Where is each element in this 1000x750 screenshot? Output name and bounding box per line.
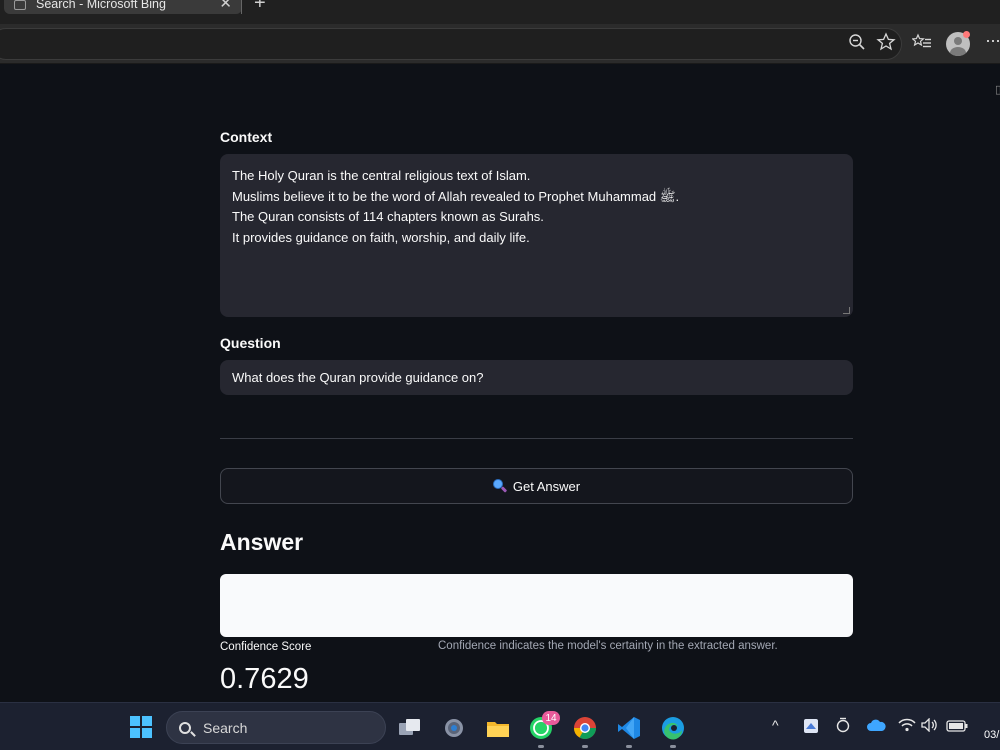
edge-icon[interactable] [660,715,686,741]
taskbar-clock-date[interactable]: 03/ [984,729,999,741]
volume-icon[interactable] [921,717,939,735]
windows-start-icon[interactable] [130,716,152,738]
question-input-value: What does the Quran provide guidance on? [232,370,484,385]
cloud-icon[interactable] [866,719,886,736]
running-indicator [582,745,588,748]
file-explorer-icon[interactable] [485,715,511,741]
search-icon [179,721,191,734]
browser-tab-strip: Search - Microsoft Bing ✕ + — [0,0,1000,24]
profile-notification-dot [963,31,970,38]
confidence-help-text: Confidence indicates the model's certain… [438,640,778,652]
browser-tab[interactable]: Search - Microsoft Bing ✕ [4,0,242,14]
context-line: The Holy Quran is the central religious … [232,168,531,183]
chrome-icon[interactable] [572,715,598,741]
context-label: Context [220,129,273,145]
new-tab-icon[interactable]: + [254,0,266,15]
address-bar[interactable] [0,28,902,60]
vscode-icon[interactable] [616,715,642,741]
minimize-window-icon[interactable]: — [966,0,981,7]
chevron-up-icon[interactable]: ^ [772,717,779,733]
question-label: Question [220,335,281,351]
more-options-icon[interactable]: ··· [985,30,1000,51]
answer-heading: Answer [220,529,304,555]
sidebar-toggle-icon[interactable]: ◫ [995,83,1000,96]
running-indicator [538,745,544,748]
confidence-score-label: Confidence Score [220,641,312,653]
answer-output-box [220,574,853,637]
get-answer-label: Get Answer [512,478,581,494]
context-textarea[interactable]: The Holy Quran is the central religious … [220,154,853,317]
favorite-star-icon[interactable] [876,32,896,56]
divider [220,438,853,439]
task-view-icon[interactable] [397,715,423,741]
context-line: It provides guidance on faith, worship, … [232,229,530,245]
tab-close-icon[interactable]: ✕ [219,0,232,12]
magnifier-icon [492,479,508,493]
onedrive-sync-icon[interactable] [803,718,819,737]
favorites-list-icon[interactable] [911,33,932,55]
get-answer-button[interactable]: Get Answer [220,468,853,504]
context-line: The Quran consists of 114 chapters known… [232,209,544,224]
context-line: Muslims believe it to be the word of All… [232,188,680,204]
taskbar-search[interactable]: Search [166,711,386,744]
confidence-score-value: 0.7629 [220,663,309,695]
windows-taskbar: Search 14 ^ 03/ [0,702,1000,750]
browser-toolbar: ··· [0,24,1000,64]
tab-favicon-icon [14,0,26,10]
question-input[interactable]: What does the Quran provide guidance on? [220,360,853,395]
wifi-icon[interactable] [898,718,916,735]
tab-title: Search - Microsoft Bing [36,0,166,11]
whatsapp-unread-badge: 14 [542,711,560,725]
taskbar-search-label: Search [203,719,248,736]
settings-gear-icon[interactable] [441,715,467,741]
refresh-icon[interactable] [836,717,850,736]
running-indicator [626,745,632,748]
textarea-resize-handle[interactable] [843,307,850,314]
running-indicator [670,745,676,748]
battery-icon[interactable] [946,719,968,735]
streamlit-app: ◫ Context The Holy Quran is the central … [0,65,1000,699]
tab-separator [241,0,242,14]
zoom-out-icon[interactable] [848,33,866,55]
